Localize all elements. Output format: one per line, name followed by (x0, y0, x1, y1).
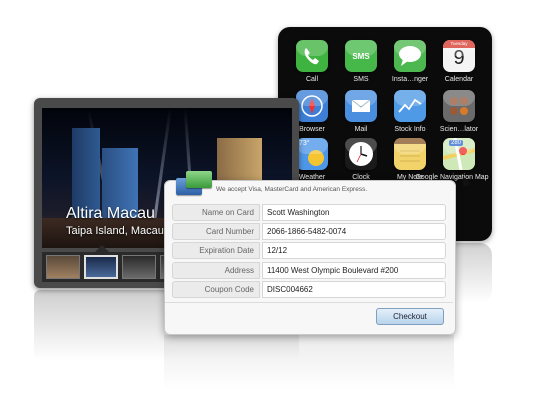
field-label: Coupon Code (172, 281, 260, 298)
weather-temp: 73° (299, 140, 310, 147)
gallery-subtitle: Taipa Island, Macau (66, 225, 164, 237)
mail-icon (345, 90, 377, 122)
compass-icon (296, 90, 328, 122)
calendar-month: Tuesday (443, 40, 475, 48)
field-label: Name on Card (172, 204, 260, 221)
form-row-card-number: Card Number 2066-1866-5482-0074 (172, 223, 446, 240)
field-label: Address (172, 262, 260, 279)
field-label: Card Number (172, 223, 260, 240)
app-google-navigation-map[interactable]: 280 Google Navigation Map (415, 138, 489, 181)
expiration-date-field[interactable]: 12/12 (262, 242, 446, 259)
form-reflection (164, 335, 454, 390)
map-badge: 280 (449, 140, 464, 146)
gallery-title: Altira Macau (66, 205, 155, 222)
form-row-name: Name on Card Scott Washington (172, 204, 446, 221)
form-row-address: Address 11400 West Olympic Boulevard #20… (172, 262, 446, 279)
checkout-button[interactable]: Checkout (376, 308, 444, 325)
accepted-cards-text: We accept Visa, MasterCard and American … (216, 186, 368, 193)
map-icon: 280 (443, 138, 475, 170)
calendar-day: 9 (453, 47, 465, 69)
form-row-coupon: Coupon Code DISC004662 (172, 281, 446, 298)
clock-icon (345, 138, 377, 170)
thumbnail-selected[interactable] (84, 255, 118, 279)
app-label: Calendar (444, 76, 474, 83)
form-row-expiration: Expiration Date 12/12 (172, 242, 446, 259)
weather-icon: 73° (296, 138, 328, 170)
credit-card-green-icon (186, 171, 212, 188)
thumbnail[interactable] (122, 255, 156, 279)
form-divider (165, 302, 453, 303)
app-calendar[interactable]: Tuesday 9 Calendar (429, 40, 489, 83)
app-calculator[interactable]: Scien…lator (429, 90, 489, 133)
app-label: Scien…lator (439, 126, 479, 133)
calculator-icon (443, 90, 475, 122)
name-on-card-field[interactable]: Scott Washington (262, 204, 446, 221)
address-field[interactable]: 11400 West Olympic Boulevard #200 (262, 262, 446, 279)
chat-bubble-icon (394, 40, 426, 72)
field-label: Expiration Date (172, 242, 260, 259)
phone-icon (296, 40, 328, 72)
coupon-code-field[interactable]: DISC004662 (262, 281, 446, 298)
sms-icon: SMS (345, 40, 377, 72)
credit-cards-icon (176, 170, 216, 198)
notepad-icon (394, 138, 426, 170)
thumbnail-pointer (95, 245, 109, 252)
calendar-icon: Tuesday 9 (443, 40, 475, 72)
card-number-field[interactable]: 2066-1866-5482-0074 (262, 223, 446, 240)
stock-chart-icon (394, 90, 426, 122)
thumbnail[interactable] (46, 255, 80, 279)
